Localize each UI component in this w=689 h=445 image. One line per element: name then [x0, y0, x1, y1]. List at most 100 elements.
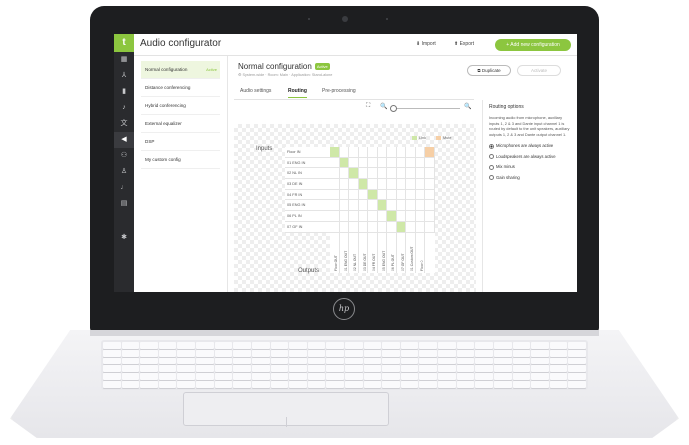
routing-cell[interactable]: [368, 157, 378, 169]
settings-icon[interactable]: ✱: [114, 230, 134, 246]
routing-cell[interactable]: [415, 200, 425, 212]
routing-cell[interactable]: [415, 157, 425, 169]
routing-cell[interactable]: [396, 157, 406, 169]
translate-icon[interactable]: 文: [114, 116, 134, 132]
routing-cell[interactable]: [349, 179, 359, 190]
users-icon[interactable]: ⚇: [114, 148, 134, 164]
radio-microphones-active[interactable]: Microphones are always active: [489, 143, 571, 149]
routing-cell[interactable]: [358, 168, 368, 180]
routing-cell[interactable]: [349, 189, 359, 201]
routing-cell[interactable]: [406, 157, 416, 169]
routing-cell[interactable]: [387, 179, 397, 190]
routing-cell[interactable]: [339, 157, 349, 169]
routing-cell[interactable]: [377, 200, 387, 212]
routing-cell[interactable]: [396, 189, 406, 201]
routing-cell[interactable]: [406, 189, 416, 201]
routing-cell[interactable]: [358, 147, 368, 158]
routing-cell[interactable]: [396, 147, 406, 158]
radio-mix-minus[interactable]: Mix minus: [489, 164, 571, 170]
config-item-external-equalizer[interactable]: External equalizer: [141, 115, 220, 133]
routing-cell[interactable]: [330, 221, 340, 233]
import-button[interactable]: ⬇ Import: [416, 41, 436, 47]
tab-pre-processing[interactable]: Pre-processing: [322, 88, 356, 94]
routing-cell[interactable]: [415, 168, 425, 180]
routing-cell[interactable]: [330, 157, 340, 169]
routing-cell[interactable]: [339, 211, 349, 222]
routing-cell[interactable]: [339, 200, 349, 212]
routing-cell[interactable]: [368, 221, 378, 233]
routing-cell[interactable]: [349, 157, 359, 169]
routing-cell[interactable]: [339, 221, 349, 233]
routing-cell[interactable]: [339, 179, 349, 190]
export-button[interactable]: ⬆ Export: [454, 41, 474, 47]
routing-cell[interactable]: [339, 147, 349, 158]
routing-cell[interactable]: [358, 211, 368, 222]
routing-cell[interactable]: [387, 147, 397, 158]
routing-cell[interactable]: [425, 168, 435, 180]
routing-cell[interactable]: [425, 189, 435, 201]
routing-cell[interactable]: [406, 147, 416, 158]
routing-cell[interactable]: [396, 179, 406, 190]
routing-cell[interactable]: [368, 189, 378, 201]
routing-cell[interactable]: [425, 200, 435, 212]
routing-cell[interactable]: [339, 189, 349, 201]
zoom-out-icon[interactable]: 🔍: [380, 103, 387, 110]
routing-cell[interactable]: [406, 168, 416, 180]
routing-cell[interactable]: [330, 200, 340, 212]
fit-screen-icon[interactable]: ⛶: [366, 103, 370, 110]
routing-cell[interactable]: [387, 211, 397, 222]
activate-button[interactable]: Activate: [517, 65, 561, 76]
routing-cell[interactable]: [387, 200, 397, 212]
routing-cell[interactable]: [368, 211, 378, 222]
routing-cell[interactable]: [358, 189, 368, 201]
routing-cell[interactable]: [368, 200, 378, 212]
routing-cell[interactable]: [415, 211, 425, 222]
tab-audio-settings[interactable]: Audio settings: [240, 88, 271, 94]
routing-cell[interactable]: [349, 200, 359, 212]
routing-cell[interactable]: [349, 168, 359, 180]
duplicate-button[interactable]: ⧉ Duplicate: [467, 65, 511, 76]
routing-cell[interactable]: [396, 168, 406, 180]
config-item-distance[interactable]: Distance conferencing: [141, 79, 220, 97]
routing-cell[interactable]: [330, 211, 340, 222]
speaker-icon[interactable]: ◀: [114, 132, 134, 148]
routing-cell[interactable]: [387, 189, 397, 201]
routing-cell[interactable]: [406, 200, 416, 212]
routing-cell[interactable]: [377, 221, 387, 233]
routing-cell[interactable]: [368, 179, 378, 190]
routing-cell[interactable]: [415, 221, 425, 233]
routing-cell[interactable]: [349, 147, 359, 158]
routing-cell[interactable]: [330, 147, 340, 158]
routing-cell[interactable]: [349, 211, 359, 222]
routing-cell[interactable]: [396, 200, 406, 212]
routing-cell[interactable]: [406, 211, 416, 222]
routing-cell[interactable]: [330, 168, 340, 180]
routing-cell[interactable]: [396, 221, 406, 233]
network-icon[interactable]: ⅄: [114, 68, 134, 84]
routing-cell[interactable]: [377, 157, 387, 169]
routing-cell[interactable]: [406, 179, 416, 190]
routing-cell[interactable]: [349, 221, 359, 233]
grid-icon[interactable]: ▦: [114, 52, 134, 68]
routing-cell[interactable]: [377, 211, 387, 222]
routing-cell[interactable]: [330, 189, 340, 201]
routing-cell[interactable]: [377, 147, 387, 158]
radio-loudspeakers-active[interactable]: Loudspeakers are always active: [489, 154, 571, 160]
routing-cell[interactable]: [330, 179, 340, 190]
zoom-in-icon[interactable]: 🔍: [464, 103, 471, 110]
config-item-custom[interactable]: My custom config: [141, 151, 220, 169]
routing-cell[interactable]: [377, 168, 387, 180]
routing-cell[interactable]: [425, 211, 435, 222]
routing-cell[interactable]: [387, 157, 397, 169]
routing-cell[interactable]: [387, 168, 397, 180]
routing-cell[interactable]: [358, 157, 368, 169]
config-item-dsp[interactable]: DSP: [141, 133, 220, 151]
routing-cell[interactable]: [425, 179, 435, 190]
mic-icon[interactable]: ♩: [114, 180, 134, 196]
routing-cell[interactable]: [415, 189, 425, 201]
config-item-normal[interactable]: Normal configuration Active: [141, 61, 220, 79]
radio-gain-sharing[interactable]: Gain sharing: [489, 175, 571, 180]
routing-cell[interactable]: [377, 189, 387, 201]
routing-cell[interactable]: [425, 157, 435, 169]
zoom-slider-handle[interactable]: [390, 105, 397, 112]
